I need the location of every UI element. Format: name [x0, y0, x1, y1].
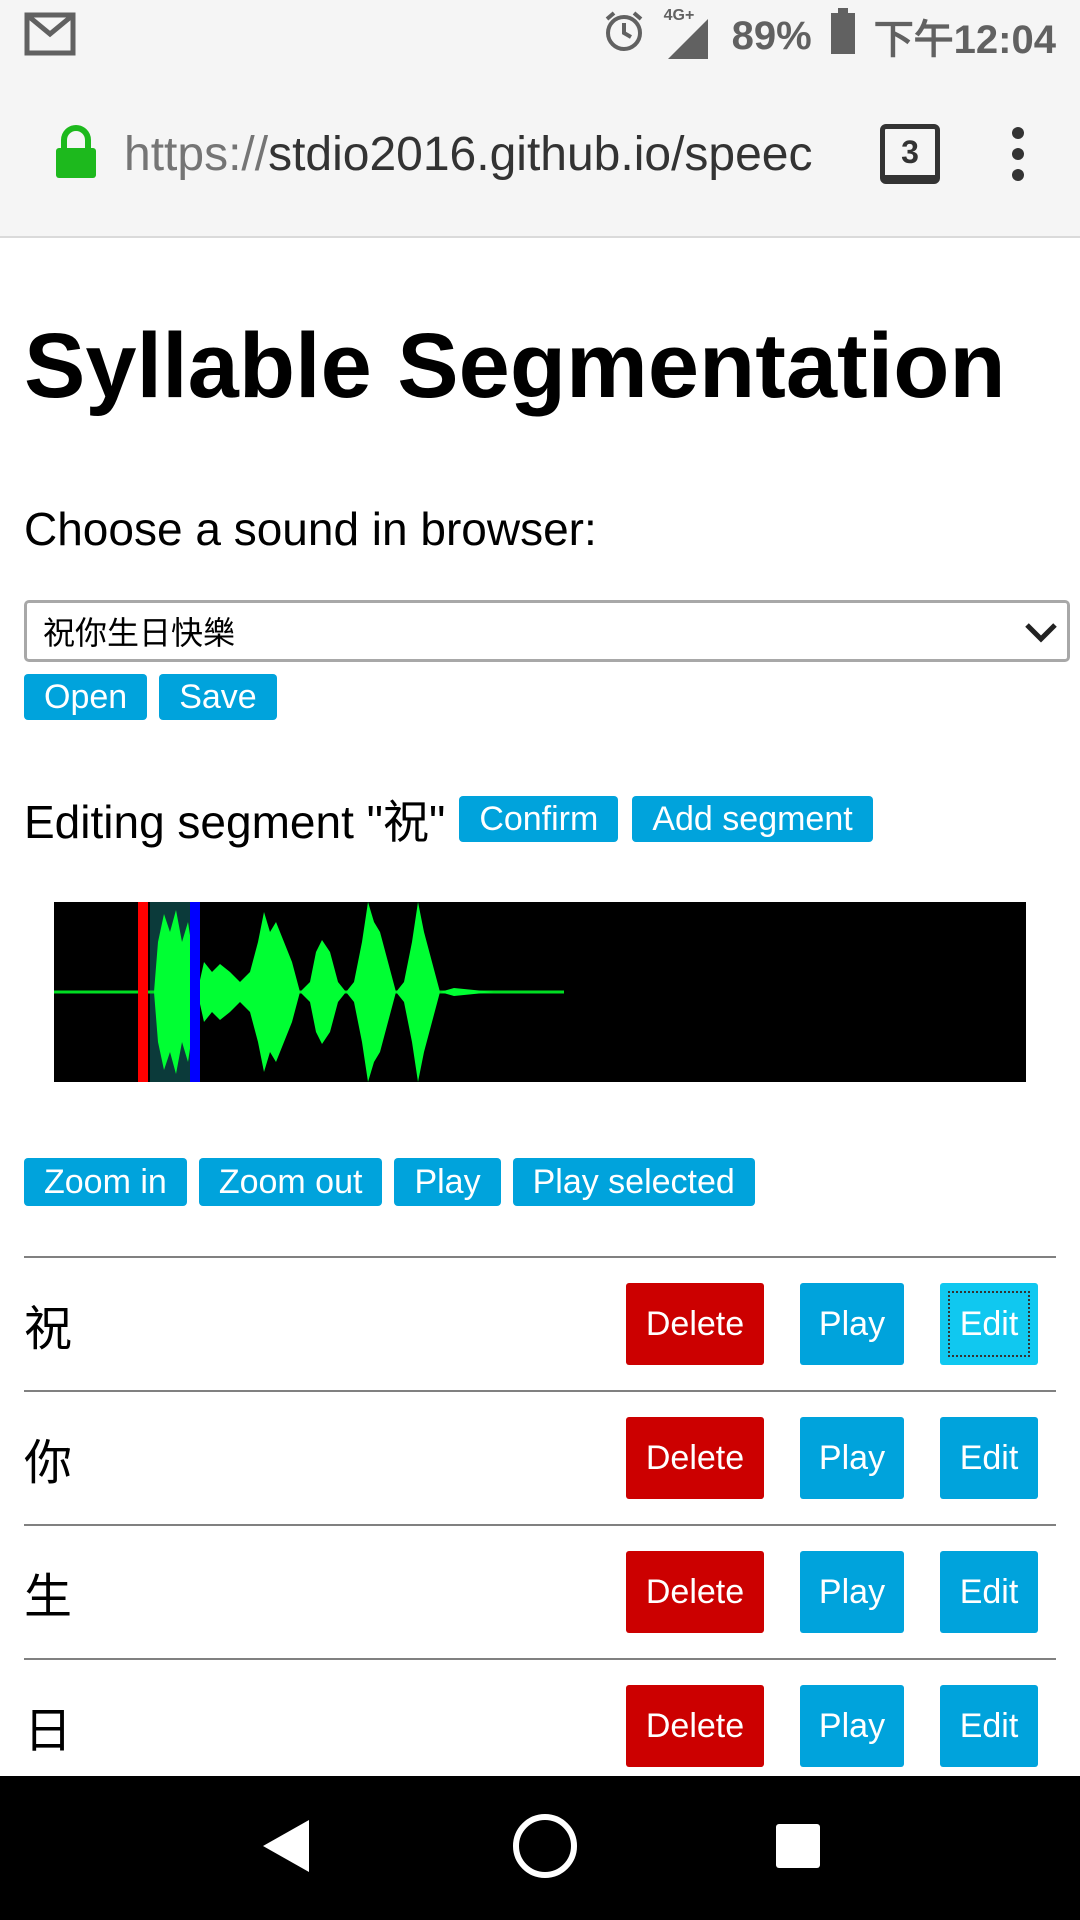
gmail-notification-icon — [24, 12, 76, 61]
segment-char: 你 — [24, 1437, 73, 1490]
waveform-graphic — [54, 902, 564, 1082]
system-nav-bar — [0, 1776, 1080, 1920]
page-title: Syllable Segmentation — [24, 315, 1006, 417]
signal-icon: 4G+ — [664, 7, 714, 61]
chevron-down-icon — [1023, 611, 1059, 659]
tab-count: 3 — [901, 133, 919, 170]
url-text: https://stdio2016.github.io/speec — [124, 127, 834, 182]
delete-segment-button[interactable]: Delete — [626, 1551, 764, 1633]
delete-segment-button[interactable]: Delete — [626, 1685, 764, 1767]
selection-end-marker — [190, 902, 200, 1082]
waveform-canvas[interactable] — [54, 902, 1026, 1082]
edit-segment-button[interactable]: Edit — [940, 1685, 1038, 1767]
zoom-in-button[interactable]: Zoom in — [24, 1158, 187, 1206]
home-icon[interactable] — [510, 1811, 580, 1886]
edit-segment-button[interactable]: Edit — [940, 1283, 1038, 1365]
segment-list: 祝 Delete Play Edit 你 Delete Play Edit 生 … — [24, 1256, 1056, 1792]
play-segment-button[interactable]: Play — [800, 1283, 904, 1365]
clock: 下午12:04 — [873, 18, 1056, 62]
play-segment-button[interactable]: Play — [800, 1551, 904, 1633]
edit-segment-button[interactable]: Edit — [940, 1551, 1038, 1633]
url-scheme: https:// — [124, 127, 269, 181]
recents-icon[interactable] — [773, 1821, 823, 1876]
edit-segment-button[interactable]: Edit — [940, 1417, 1038, 1499]
editing-segment-label: Editing segment "祝" — [24, 796, 446, 848]
battery-icon — [830, 8, 856, 64]
segment-char: 祝 — [24, 1303, 73, 1356]
zoom-out-button[interactable]: Zoom out — [198, 1158, 383, 1206]
url-domain: stdio2016.github.io/speec — [268, 127, 813, 181]
segment-row: 日 Delete Play Edit — [24, 1658, 1056, 1792]
selected-sound: 祝你生日快樂 — [43, 615, 236, 651]
play-selected-button[interactable]: Play selected — [512, 1158, 755, 1206]
lock-icon — [54, 124, 98, 185]
confirm-button[interactable]: Confirm — [459, 796, 619, 842]
segment-row: 生 Delete Play Edit — [24, 1524, 1056, 1658]
url-field[interactable]: https://stdio2016.github.io/speec — [54, 124, 844, 185]
delete-segment-button[interactable]: Delete — [626, 1283, 764, 1365]
selection-start-marker — [138, 902, 148, 1082]
play-segment-button[interactable]: Play — [800, 1685, 904, 1767]
overflow-menu-icon[interactable] — [1012, 127, 1024, 181]
tab-switcher-button[interactable]: 3 — [880, 124, 940, 184]
status-bar: 4G+ 89% 下午12:04 — [0, 0, 1080, 72]
waveform-path — [154, 902, 494, 1082]
back-icon[interactable] — [257, 1816, 317, 1881]
segment-row: 你 Delete Play Edit — [24, 1390, 1056, 1524]
page-content: Syllable Segmentation Choose a sound in … — [24, 240, 1070, 1792]
segment-row: 祝 Delete Play Edit — [24, 1256, 1056, 1390]
save-button[interactable]: Save — [159, 674, 277, 720]
battery-percent: 89% — [731, 13, 812, 58]
play-segment-button[interactable]: Play — [800, 1417, 904, 1499]
play-button[interactable]: Play — [394, 1158, 501, 1206]
open-button[interactable]: Open — [24, 674, 148, 720]
choose-sound-label: Choose a sound in browser: — [24, 503, 597, 555]
add-segment-button[interactable]: Add segment — [632, 796, 873, 842]
segment-char: 日 — [24, 1705, 73, 1758]
alarm-icon — [602, 9, 646, 63]
segment-char: 生 — [24, 1571, 73, 1624]
delete-segment-button[interactable]: Delete — [626, 1417, 764, 1499]
sound-select[interactable]: 祝你生日快樂 — [24, 600, 1070, 662]
browser-address-bar: https://stdio2016.github.io/speec 3 — [0, 72, 1080, 238]
